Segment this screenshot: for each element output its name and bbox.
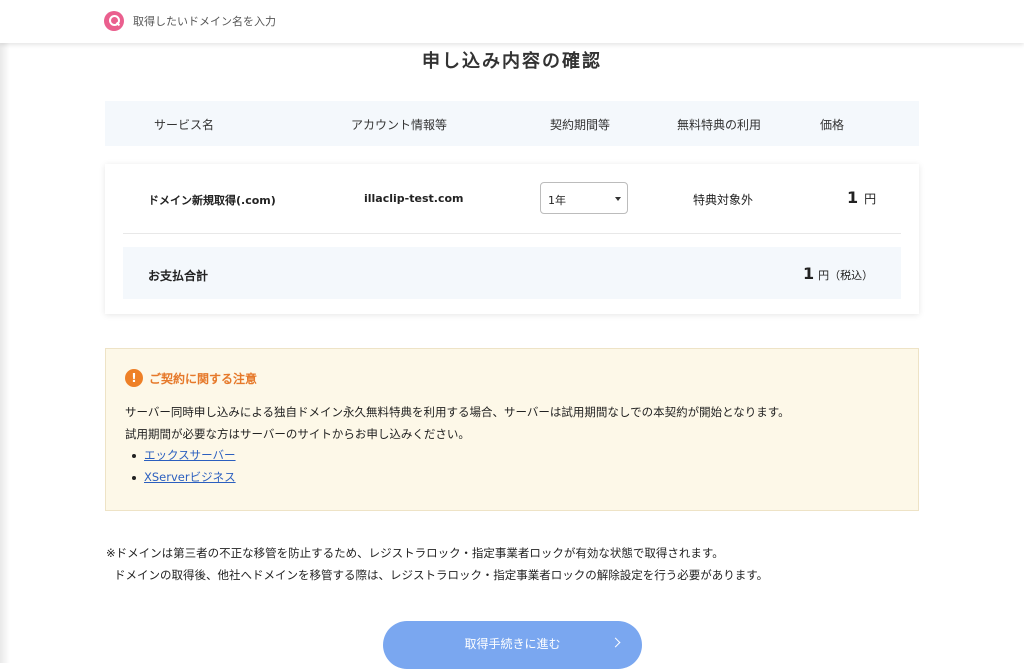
- list-item: XServerビジネス: [132, 469, 236, 485]
- total-price-unit: 円（税込）: [818, 269, 874, 282]
- proceed-button[interactable]: 取得手続きに進む: [383, 621, 642, 669]
- xserver-business-link[interactable]: XServerビジネス: [144, 470, 236, 484]
- table-header: サービス名 アカウント情報等 契約期間等 無料特典の利用 価格: [105, 101, 919, 146]
- contract-period-value: 1年: [548, 194, 566, 207]
- total-row: お支払合計 1 円（税込）: [123, 247, 901, 299]
- contract-period-select[interactable]: 1年: [540, 182, 628, 214]
- header-period: 契約期間等: [550, 118, 611, 132]
- item-price: 1円: [847, 188, 876, 207]
- notice-text: 試用期間が必要な方はサーバーのサイトからお申し込みください。: [125, 427, 470, 441]
- list-item: エックスサーバー: [132, 447, 236, 463]
- caret-down-icon: [615, 197, 621, 201]
- order-card: ドメイン新規取得(.com) illaclip-test.com 1年 特典対象…: [105, 164, 919, 314]
- proceed-button-label: 取得手続きに進む: [464, 637, 561, 651]
- search-icon[interactable]: [104, 11, 124, 31]
- row-divider: [123, 233, 901, 234]
- xserver-link[interactable]: エックスサーバー: [144, 448, 236, 462]
- bullet: [132, 475, 136, 480]
- domain-search-input[interactable]: [131, 13, 395, 29]
- header-service: サービス名: [154, 118, 215, 132]
- footnote: ドメインの取得後、他社へドメインを移管する際は、レジストラロック・指定事業者ロッ…: [114, 568, 769, 582]
- item-price-unit: 円: [864, 192, 877, 206]
- bullet: [132, 453, 136, 458]
- left-edge-shadow: [0, 0, 10, 663]
- top-bar: [0, 0, 1024, 43]
- service-name: ドメイン新規取得(.com): [148, 194, 276, 207]
- item-price-value: 1: [847, 188, 859, 207]
- header-price: 価格: [820, 118, 845, 132]
- header-benefit: 無料特典の利用: [677, 118, 762, 132]
- notice-title: ご契約に関する注意: [149, 372, 258, 386]
- contract-notice: ! ご契約に関する注意 サーバー同時申し込みによる独自ドメイン永久無料特典を利用…: [105, 348, 919, 511]
- page-title: 申し込み内容の確認: [422, 51, 602, 72]
- notice-text: サーバー同時申し込みによる独自ドメイン永久無料特典を利用する場合、サーバーは試用…: [125, 405, 790, 419]
- account-info: illaclip-test.com: [364, 192, 464, 205]
- free-benefit: 特典対象外: [693, 193, 754, 207]
- domain-search: [104, 11, 395, 31]
- total-price: 1 円（税込）: [803, 264, 873, 283]
- footnote: ※ドメインは第三者の不正な移管を防止するため、レジストラロック・指定事業者ロック…: [106, 546, 724, 560]
- header-account: アカウント情報等: [351, 118, 448, 132]
- exclamation-icon: !: [125, 369, 143, 387]
- total-label: お支払合計: [148, 269, 209, 283]
- total-price-value: 1: [803, 264, 815, 283]
